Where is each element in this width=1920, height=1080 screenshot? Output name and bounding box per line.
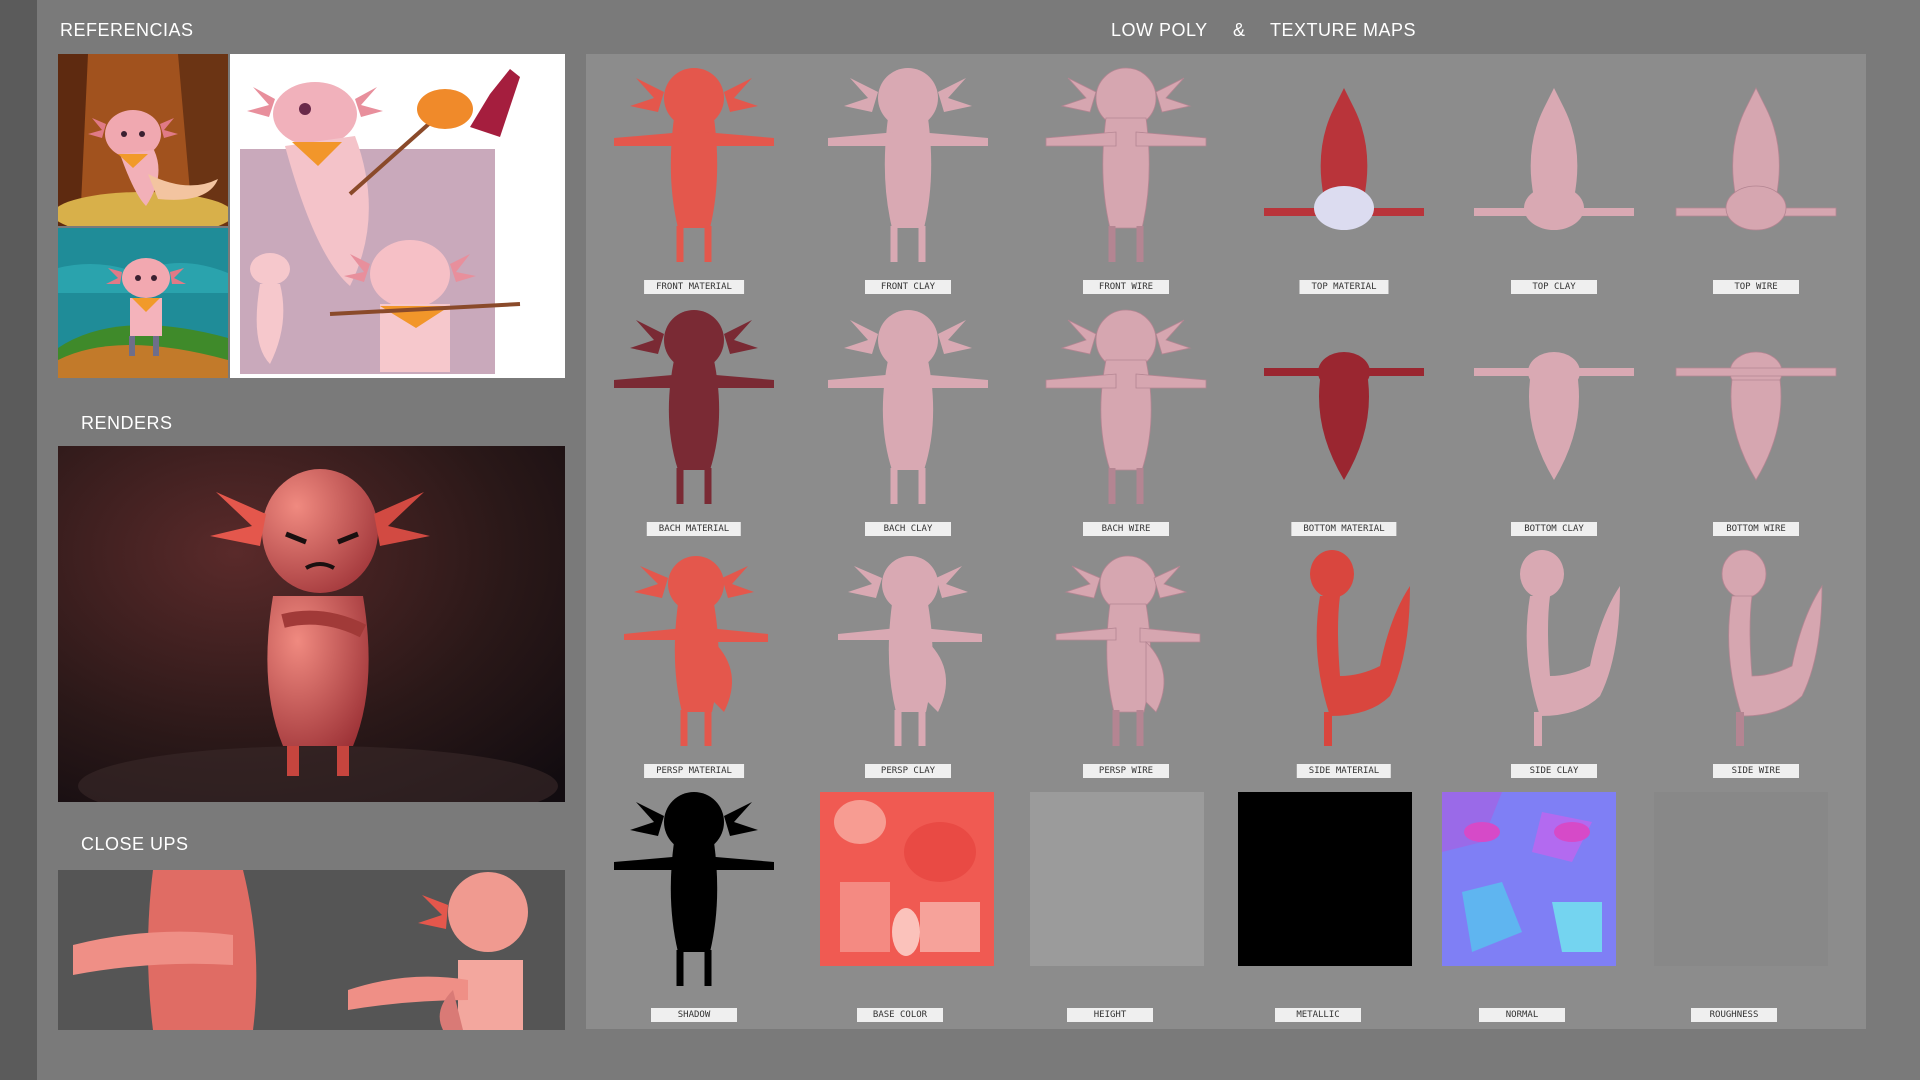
references-title: REFERENCIAS xyxy=(60,20,194,40)
label-front-material: FRONT MATERIAL xyxy=(644,280,744,294)
label-roughness: ROUGHNESS xyxy=(1691,1008,1777,1022)
ampersand-text: & xyxy=(1233,20,1246,40)
view-bottom-clay: BOTTOM CLAY xyxy=(1454,296,1654,536)
label-bottom-material: BOTTOM MATERIAL xyxy=(1291,522,1397,536)
label-height: HEIGHT xyxy=(1067,1008,1153,1022)
view-side-wire: SIDE WIRE xyxy=(1656,538,1856,778)
label-top-material: TOP MATERIAL xyxy=(1299,280,1389,294)
map-roughness: ROUGHNESS xyxy=(1634,782,1834,1022)
view-persp-wire: PERSP WIRE xyxy=(1026,538,1226,778)
close-ups-image xyxy=(58,870,565,1030)
label-top-clay: TOP CLAY xyxy=(1511,280,1597,294)
reference-image-cliff xyxy=(58,228,228,378)
view-persp-material: PERSP MATERIAL xyxy=(594,538,794,778)
view-persp-clay: PERSP CLAY xyxy=(808,538,1008,778)
reference-image-forest xyxy=(58,54,228,226)
label-bottom-clay: BOTTOM CLAY xyxy=(1511,522,1597,536)
label-side-material: SIDE MATERIAL xyxy=(1296,764,1392,778)
view-side-clay: SIDE CLAY xyxy=(1454,538,1654,778)
map-height: HEIGHT xyxy=(1010,782,1210,1022)
label-metallic: METALLIC xyxy=(1275,1008,1361,1022)
map-base-color: BASE COLOR xyxy=(800,782,1000,1022)
render-image xyxy=(58,446,565,802)
label-side-clay: SIDE CLAY xyxy=(1511,764,1597,778)
reference-image-sketches xyxy=(230,54,565,378)
texture-maps-title: TEXTURE MAPS xyxy=(1270,20,1417,40)
view-side-material: SIDE MATERIAL xyxy=(1244,538,1444,778)
view-top-wire: TOP WIRE xyxy=(1656,54,1856,294)
view-top-clay: TOP CLAY xyxy=(1454,54,1654,294)
view-back-clay: BACH CLAY xyxy=(808,296,1008,536)
map-normal: NORMAL xyxy=(1422,782,1622,1022)
label-back-wire: BACH WIRE xyxy=(1083,522,1169,536)
low-poly-title: LOW POLY xyxy=(1111,20,1208,40)
view-bottom-wire: BOTTOM WIRE xyxy=(1656,296,1856,536)
view-front-material: FRONT MATERIAL xyxy=(594,54,794,294)
label-base-color: BASE COLOR xyxy=(857,1008,943,1022)
renders-title: RENDERS xyxy=(81,413,173,433)
label-shadow: SHADOW xyxy=(651,1008,737,1022)
label-top-wire: TOP WIRE xyxy=(1713,280,1799,294)
label-side-wire: SIDE WIRE xyxy=(1713,764,1799,778)
view-top-material: TOP MATERIAL xyxy=(1244,54,1444,294)
map-metallic: METALLIC xyxy=(1218,782,1418,1022)
label-back-clay: BACH CLAY xyxy=(865,522,951,536)
label-persp-wire: PERSP WIRE xyxy=(1083,764,1169,778)
close-ups-title: CLOSE UPS xyxy=(81,834,189,854)
label-back-material: BACH MATERIAL xyxy=(646,522,742,536)
label-normal: NORMAL xyxy=(1479,1008,1565,1022)
view-back-material: BACH MATERIAL xyxy=(594,296,794,536)
label-bottom-wire: BOTTOM WIRE xyxy=(1713,522,1799,536)
view-back-wire: BACH WIRE xyxy=(1026,296,1226,536)
label-front-wire: FRONT WIRE xyxy=(1083,280,1169,294)
view-bottom-material: BOTTOM MATERIAL xyxy=(1244,296,1444,536)
label-persp-clay: PERSP CLAY xyxy=(865,764,951,778)
map-shadow: SHADOW xyxy=(594,782,794,1022)
left-edge-strip xyxy=(0,0,37,1080)
view-front-clay: FRONT CLAY xyxy=(808,54,1008,294)
view-front-wire: FRONT WIRE xyxy=(1026,54,1226,294)
label-persp-material: PERSP MATERIAL xyxy=(644,764,744,778)
low-poly-grid-panel: FRONT MATERIAL FRONT CLAY FRONT WIRE TOP… xyxy=(586,54,1866,1029)
label-front-clay: FRONT CLAY xyxy=(865,280,951,294)
